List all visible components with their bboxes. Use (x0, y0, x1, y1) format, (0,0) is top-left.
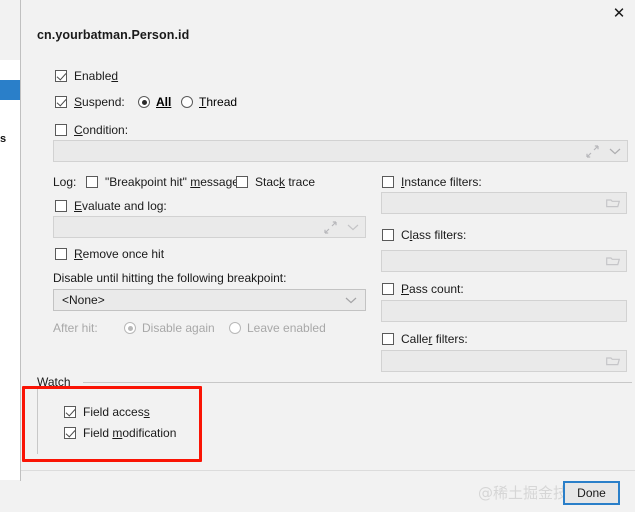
stack-trace-label: Stack trace (255, 175, 316, 189)
suspend-thread-radio[interactable] (181, 96, 193, 108)
pass-count-row[interactable]: Pass count: (382, 282, 464, 296)
folder-icon[interactable] (606, 355, 620, 367)
page-title: cn.yourbatman.Person.id (37, 28, 190, 42)
disable-again-label: Disable again (142, 321, 215, 335)
log-label: Log: (53, 175, 77, 189)
condition-label: Condition: (74, 123, 129, 137)
disable-until-combobox[interactable]: <None> (53, 289, 366, 311)
class-filters-label: Class filters: (401, 228, 467, 242)
stack-trace-checkbox[interactable] (236, 176, 248, 188)
instance-filters-row[interactable]: Instance filters: (382, 175, 482, 189)
field-access-label: Field access (83, 405, 150, 419)
suspend-all-radio[interactable] (138, 96, 150, 108)
ide-tree-item-label: s (0, 133, 7, 145)
evaluate-field-icons (324, 217, 359, 237)
folder-icon[interactable] (606, 197, 620, 209)
suspend-thread-label: Thread (199, 95, 238, 109)
after-hit-disable-again-row[interactable]: Disable again (124, 321, 215, 335)
field-access-row[interactable]: Field access (64, 405, 150, 419)
field-modification-row[interactable]: Field modification (64, 426, 176, 440)
suspend-label: Suspend: (74, 95, 125, 109)
ide-project-panel: s (0, 60, 21, 480)
enabled-checkbox-row[interactable]: Enabled (55, 69, 118, 83)
enabled-checkbox[interactable] (55, 70, 67, 82)
after-hit-leave-enabled-row[interactable]: Leave enabled (229, 321, 326, 335)
condition-checkbox-row[interactable]: Condition: (55, 123, 128, 137)
dialog-titlebar: ✕ (21, 0, 635, 26)
caller-filters-row[interactable]: Caller filters: (382, 332, 468, 346)
done-button[interactable]: Done (563, 481, 620, 505)
leave-enabled-radio[interactable] (229, 322, 241, 334)
disable-until-value: <None> (62, 293, 105, 307)
suspend-checkbox[interactable] (55, 96, 67, 108)
ide-tree-selected-row[interactable] (0, 80, 20, 100)
chevron-down-icon[interactable] (347, 223, 359, 231)
breakpoint-settings-dialog: ✕ cn.yourbatman.Person.id Enabled Suspen… (20, 0, 635, 481)
leave-enabled-label: Leave enabled (247, 321, 326, 335)
watch-groupbox: Watch Field access Field modification (37, 375, 632, 458)
suspend-all-label: All (156, 95, 172, 109)
log-breakpoint-hit-row[interactable]: "Breakpoint hit" message (86, 175, 239, 189)
instance-filters-label: Instance filters: (401, 175, 482, 189)
pass-count-checkbox[interactable] (382, 283, 394, 295)
pass-count-input[interactable] (381, 300, 627, 322)
caller-filters-input[interactable] (381, 350, 627, 372)
class-filters-checkbox[interactable] (382, 229, 394, 241)
instance-filters-checkbox[interactable] (382, 176, 394, 188)
evaluate-and-log-label: Evaluate and log: (74, 199, 167, 213)
caller-filters-checkbox[interactable] (382, 333, 394, 345)
class-filters-row[interactable]: Class filters: (382, 228, 466, 242)
footer-divider (21, 470, 635, 471)
breakpoint-hit-message-label: "Breakpoint hit" message (105, 175, 239, 189)
field-modification-checkbox[interactable] (64, 427, 76, 439)
close-icon[interactable]: ✕ (606, 2, 632, 24)
expand-icon[interactable] (324, 220, 337, 234)
evaluate-and-log-input[interactable] (53, 216, 366, 238)
expand-icon[interactable] (586, 144, 599, 158)
disable-again-radio[interactable] (124, 322, 136, 334)
remove-once-hit-row[interactable]: Remove once hit (55, 247, 164, 261)
caller-filters-label: Caller filters: (401, 332, 468, 346)
class-filters-field-icons (606, 251, 620, 271)
condition-input[interactable] (53, 140, 628, 162)
watch-group-border (37, 382, 38, 454)
caller-filters-field-icons (606, 351, 620, 371)
evaluate-and-log-checkbox[interactable] (55, 200, 67, 212)
chevron-down-icon[interactable] (345, 296, 357, 304)
condition-checkbox[interactable] (55, 124, 67, 136)
remove-once-hit-checkbox[interactable] (55, 248, 67, 260)
field-modification-label: Field modification (83, 426, 177, 440)
remove-once-hit-label: Remove once hit (74, 247, 165, 261)
condition-field-icons (586, 141, 621, 161)
enabled-label: Enabled (74, 69, 119, 83)
watch-group-rule (83, 382, 632, 383)
folder-icon[interactable] (606, 255, 620, 267)
instance-filters-input[interactable] (381, 192, 627, 214)
suspend-all-radio-row[interactable]: All (138, 95, 171, 109)
field-access-checkbox[interactable] (64, 406, 76, 418)
watch-legend: Watch (37, 375, 77, 389)
breakpoint-hit-message-checkbox[interactable] (86, 176, 98, 188)
pass-count-label: Pass count: (401, 282, 464, 296)
class-filters-input[interactable] (381, 250, 627, 272)
instance-filters-field-icons (606, 193, 620, 213)
chevron-down-icon[interactable] (609, 147, 621, 155)
after-hit-label: After hit: (53, 321, 98, 335)
log-stack-trace-row[interactable]: Stack trace (236, 175, 315, 189)
disable-until-label: Disable until hitting the following brea… (53, 271, 287, 285)
suspend-thread-radio-row[interactable]: Thread (181, 95, 237, 109)
evaluate-and-log-row[interactable]: Evaluate and log: (55, 199, 167, 213)
suspend-checkbox-row[interactable]: Suspend: (55, 95, 125, 109)
